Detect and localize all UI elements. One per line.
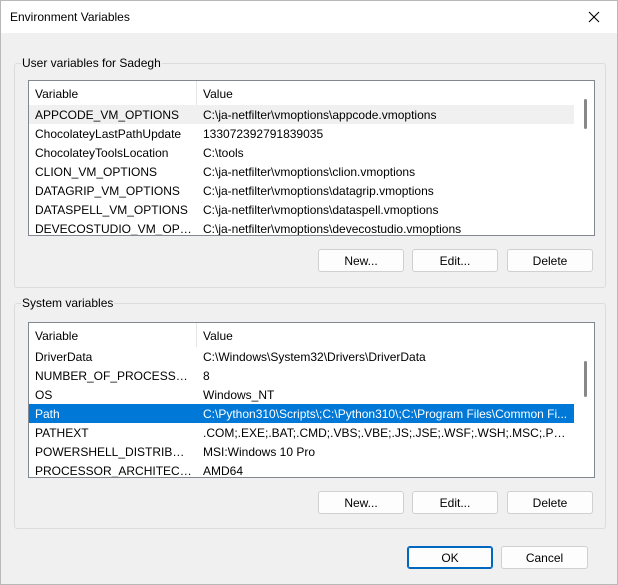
list-header: Variable Value [29, 81, 594, 105]
table-row[interactable]: DATAGRIP_VM_OPTIONS C:\ja-netfilter\vmop… [29, 181, 574, 200]
button-label: Delete [532, 495, 568, 510]
button-label: New... [344, 253, 378, 268]
list-header: Variable Value [29, 323, 594, 347]
user-new-button[interactable]: New... [318, 249, 404, 272]
close-button[interactable] [571, 1, 617, 33]
table-row[interactable]: NUMBER_OF_PROCESSORS 8 [29, 366, 574, 385]
variable-name: Path [35, 407, 60, 421]
system-delete-button[interactable]: Delete [507, 491, 593, 514]
variable-value: AMD64 [203, 464, 244, 478]
column-header-variable[interactable]: Variable [35, 87, 78, 101]
variable-value: Windows_NT [203, 388, 275, 402]
variable-name: DEVECOSTUDIO_VM_OPTIO... [35, 222, 193, 236]
table-row[interactable]: ChocolateyLastPathUpdate 133072392791839… [29, 124, 574, 143]
button-label: Edit... [439, 495, 471, 510]
table-row[interactable]: OS Windows_NT [29, 385, 574, 404]
ok-button[interactable]: OK [407, 546, 493, 569]
table-row-selected[interactable]: Path C:\Python310\Scripts\;C:\Python310\… [29, 404, 574, 423]
vertical-scrollbar[interactable] [578, 323, 594, 477]
user-edit-button[interactable]: Edit... [412, 249, 498, 272]
table-row[interactable]: PROCESSOR_ARCHITECTURE AMD64 [29, 461, 574, 478]
variable-value: .COM;.EXE;.BAT;.CMD;.VBS;.VBE;.JS;.JSE;.… [203, 426, 571, 440]
variable-name: OS [35, 388, 53, 402]
table-row[interactable]: POWERSHELL_DISTRIBUTIO... MSI:Windows 10… [29, 442, 574, 461]
button-label: Cancel [525, 550, 564, 565]
variable-value: C:\ja-netfilter\vmoptions\appcode.vmopti… [203, 108, 437, 122]
table-row[interactable]: DriverData C:\Windows\System32\Drivers\D… [29, 347, 574, 366]
user-variables-list[interactable]: Variable Value APPCODE_VM_OPTIONS C:\ja-… [28, 80, 595, 236]
variable-name: DATASPELL_VM_OPTIONS [35, 203, 188, 217]
variable-name: PROCESSOR_ARCHITECTURE [35, 464, 193, 478]
variable-name: PATHEXT [35, 426, 89, 440]
button-label: New... [344, 495, 378, 510]
variable-value: C:\Windows\System32\Drivers\DriverData [203, 350, 426, 364]
variable-name: POWERSHELL_DISTRIBUTIO... [35, 445, 193, 459]
column-header-value[interactable]: Value [203, 87, 233, 101]
table-row[interactable]: DATASPELL_VM_OPTIONS C:\ja-netfilter\vmo… [29, 200, 574, 219]
variable-name: APPCODE_VM_OPTIONS [35, 108, 180, 122]
environment-variables-dialog: Environment Variables User variables for… [0, 0, 618, 585]
variable-value: C:\tools [203, 146, 244, 160]
user-delete-button[interactable]: Delete [507, 249, 593, 272]
cancel-button[interactable]: Cancel [501, 546, 588, 569]
column-separator[interactable] [196, 323, 197, 347]
variable-value: MSI:Windows 10 Pro [203, 445, 316, 459]
variable-name: ChocolateyLastPathUpdate [35, 127, 182, 141]
title-bar: Environment Variables [1, 1, 617, 33]
button-label: Edit... [439, 253, 471, 268]
column-separator[interactable] [196, 81, 197, 105]
system-variables-label: System variables [21, 296, 115, 310]
button-label: OK [441, 550, 459, 565]
system-new-button[interactable]: New... [318, 491, 404, 514]
variable-name: NUMBER_OF_PROCESSORS [35, 369, 193, 383]
user-variables-label: User variables for Sadegh [21, 56, 162, 70]
variable-value: C:\Python310\Scripts\;C:\Python310\;C:\P… [203, 407, 568, 421]
close-icon [588, 11, 600, 23]
variable-value: 8 [203, 369, 210, 383]
variable-name: ChocolateyToolsLocation [35, 146, 169, 160]
table-row[interactable]: APPCODE_VM_OPTIONS C:\ja-netfilter\vmopt… [29, 105, 574, 124]
variable-name: DriverData [35, 350, 93, 364]
system-edit-button[interactable]: Edit... [412, 491, 498, 514]
variable-value: C:\ja-netfilter\vmoptions\datagrip.vmopt… [203, 184, 434, 198]
variable-value: C:\ja-netfilter\vmoptions\clion.vmoption… [203, 165, 416, 179]
variable-name: CLION_VM_OPTIONS [35, 165, 158, 179]
window-title: Environment Variables [10, 10, 130, 24]
variable-value: C:\ja-netfilter\vmoptions\dataspell.vmop… [203, 203, 439, 217]
variable-name: DATAGRIP_VM_OPTIONS [35, 184, 180, 198]
table-row[interactable]: ChocolateyToolsLocation C:\tools [29, 143, 574, 162]
table-row[interactable]: CLION_VM_OPTIONS C:\ja-netfilter\vmoptio… [29, 162, 574, 181]
scrollbar-thumb[interactable] [584, 99, 587, 129]
column-header-value[interactable]: Value [203, 329, 233, 343]
button-label: Delete [532, 253, 568, 268]
variable-value: 133072392791839035 [203, 127, 324, 141]
table-row[interactable]: PATHEXT .COM;.EXE;.BAT;.CMD;.VBS;.VBE;.J… [29, 423, 574, 442]
scrollbar-thumb[interactable] [584, 361, 587, 397]
variable-value: C:\ja-netfilter\vmoptions\devecostudio.v… [203, 222, 462, 236]
table-row[interactable]: DEVECOSTUDIO_VM_OPTIO... C:\ja-netfilter… [29, 219, 574, 236]
column-header-variable[interactable]: Variable [35, 329, 78, 343]
vertical-scrollbar[interactable] [578, 81, 594, 235]
system-variables-list[interactable]: Variable Value DriverData C:\Windows\Sys… [28, 322, 595, 478]
